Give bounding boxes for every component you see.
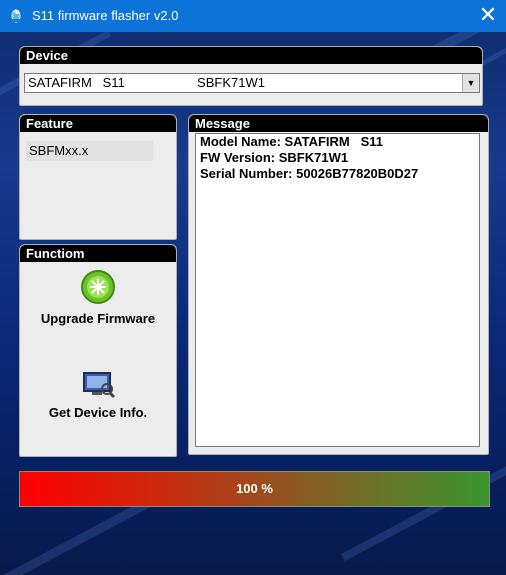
feature-list-item[interactable]: SBFMxx.x: [26, 141, 153, 161]
get-device-info-label: Get Device Info.: [48, 405, 148, 420]
progress-bar: 100 %: [19, 471, 490, 507]
title-bar: S11 firmware flasher v2.0 ✕: [0, 0, 506, 32]
client-area: Device SATAFIRM S11 SBFK71W1 ▼ Feature S…: [0, 32, 506, 575]
close-button[interactable]: ✕: [470, 0, 506, 32]
device-panel: Device SATAFIRM S11 SBFK71W1 ▼: [19, 46, 483, 106]
get-device-info-button[interactable]: Get Device Info.: [20, 367, 176, 420]
window-title: S11 firmware flasher v2.0: [32, 8, 179, 23]
message-log[interactable]: Model Name: SATAFIRM S11 FW Version: SBF…: [195, 133, 480, 447]
app-window: S11 firmware flasher v2.0 ✕ Device SATAF…: [0, 0, 506, 575]
upgrade-firmware-label: Upgrade Firmware: [40, 311, 156, 326]
upgrade-firmware-icon: [81, 270, 115, 304]
upgrade-firmware-button[interactable]: Upgrade Firmware: [20, 269, 176, 326]
message-line: Model Name: SATAFIRM S11: [200, 134, 383, 149]
message-panel: Message Model Name: SATAFIRM S11 FW Vers…: [188, 114, 489, 455]
device-select-value: SATAFIRM S11 SBFK71W1: [28, 75, 265, 90]
feature-panel-header: Feature: [20, 115, 176, 132]
message-line: FW Version: SBFK71W1: [200, 150, 349, 165]
message-line: Serial Number: 50026B77820B0D27: [200, 166, 419, 181]
feature-panel: Feature SBFMxx.x: [19, 114, 177, 240]
app-icon: [11, 9, 21, 23]
progress-label: 100 %: [236, 481, 273, 496]
device-panel-header: Device: [20, 47, 482, 64]
device-select[interactable]: SATAFIRM S11 SBFK71W1 ▼: [24, 73, 480, 93]
message-panel-header: Message: [189, 115, 488, 132]
chevron-down-icon[interactable]: ▼: [462, 74, 479, 92]
function-panel-header: Functiom: [20, 245, 176, 262]
device-info-icon: [83, 372, 116, 399]
function-panel: Functiom Upgrade Firmware Get Device Inf…: [19, 244, 177, 457]
